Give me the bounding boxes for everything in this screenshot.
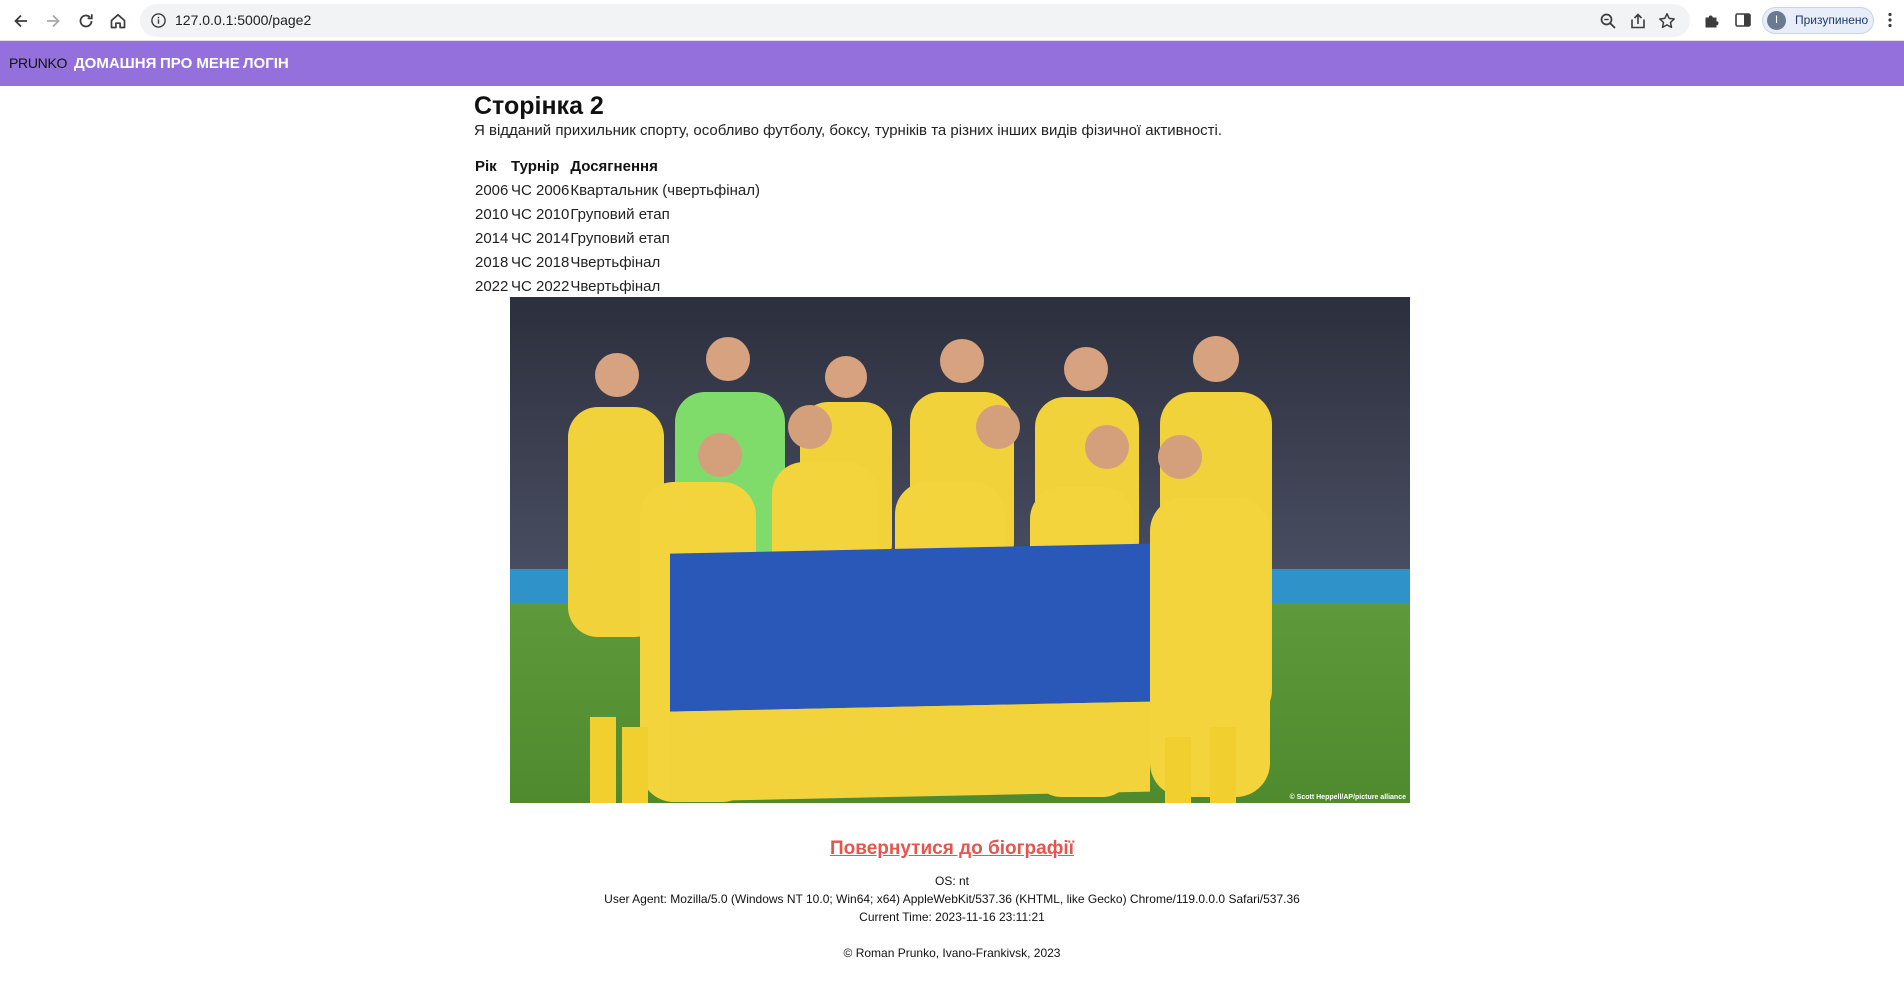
forward-button[interactable] [40, 8, 66, 34]
nav-link-home[interactable]: ДОМАШНЯ [74, 41, 156, 86]
home-button[interactable] [105, 8, 131, 34]
table-row: 2014 ЧС 2014 Груповий етап [474, 226, 760, 250]
cell-achievement: Груповий етап [570, 205, 670, 223]
table-row: 2018 ЧС 2018 Чвертьфінал [474, 250, 760, 274]
zoom-icon[interactable] [1598, 11, 1618, 31]
cell-achievement: Квартальник (чвертьфінал) [570, 181, 760, 199]
bookmark-star-icon[interactable] [1657, 11, 1677, 31]
extensions-puzzle-icon[interactable] [1702, 10, 1722, 30]
arrow-right-icon [47, 14, 60, 28]
cell-year: 2014 [475, 229, 509, 247]
side-panel-icon[interactable] [1733, 10, 1753, 30]
back-button[interactable] [8, 8, 34, 34]
brand-link[interactable]: PRUNKO [9, 41, 67, 86]
cell-year: 2022 [475, 277, 509, 295]
cell-achievement: Чвертьфінал [570, 277, 661, 295]
column-header-tournament: Турнір [511, 157, 560, 175]
cell-achievement: Чвертьфінал [570, 253, 661, 271]
team-photo-illustration [510, 297, 1410, 803]
table-row: 2006 ЧС 2006 Квартальник (чвертьфінал) [474, 178, 760, 202]
team-photo: © Scott Heppell/AP/picture alliance [510, 297, 1410, 803]
site-info-icon[interactable] [150, 12, 167, 29]
share-icon[interactable] [1628, 11, 1648, 31]
url-text[interactable]: 127.0.0.1:5000/page2 [175, 4, 311, 37]
current-time-info: Current Time: 2023-11-16 23:11:21 [859, 910, 1045, 924]
home-icon [110, 13, 126, 29]
reload-button[interactable] [73, 8, 99, 34]
column-header-achievement: Досягнення [570, 157, 658, 175]
browser-toolbar: 127.0.0.1:5000/page2 I Призупинено [0, 0, 1904, 41]
reload-icon [79, 14, 93, 28]
cell-year: 2006 [475, 181, 509, 199]
cell-tournament: ЧС 2006 [511, 181, 570, 199]
table-row: 2010 ЧС 2010 Груповий етап [474, 202, 760, 226]
table-row: 2022 ЧС 2022 Чвертьфінал [474, 274, 760, 298]
profile-status-label: Призупинено [1795, 13, 1869, 27]
achievements-table: Рік Турнір Досягнення 2006 ЧС 2006 Кварт… [474, 154, 760, 298]
cell-year: 2018 [475, 253, 509, 271]
nav-link-about[interactable]: ПРО МЕНЕ [160, 41, 240, 86]
arrow-left-icon [14, 14, 27, 28]
kebab-menu-icon[interactable] [1880, 10, 1900, 30]
cell-tournament: ЧС 2018 [511, 253, 570, 271]
cell-achievement: Груповий етап [570, 229, 670, 247]
profile-button[interactable]: I Призупинено [1762, 7, 1874, 34]
user-agent-info: User Agent: Mozilla/5.0 (Windows NT 10.0… [604, 892, 1300, 906]
cell-tournament: ЧС 2010 [511, 205, 570, 223]
cell-tournament: ЧС 2022 [511, 277, 570, 295]
intro-paragraph: Я відданий прихильник спорту, особливо ф… [474, 122, 1223, 139]
cell-year: 2010 [475, 205, 509, 223]
page-title: Сторінка 2 [474, 92, 604, 120]
cell-tournament: ЧС 2014 [511, 229, 570, 247]
avatar: I [1767, 11, 1786, 30]
os-info: OS: nt [934, 874, 969, 888]
photo-credit: © Scott Heppell/AP/picture alliance [1289, 794, 1406, 801]
site-navbar: PRUNKO ДОМАШНЯ ПРО МЕНЕ ЛОГІН [0, 41, 1904, 86]
nav-link-login[interactable]: ЛОГІН [243, 41, 289, 86]
address-bar[interactable]: 127.0.0.1:5000/page2 [140, 4, 1690, 37]
copyright: © Roman Prunko, Ivano-Frankivsk, 2023 [843, 946, 1061, 960]
column-header-year: Рік [475, 157, 497, 175]
table-header-row: Рік Турнір Досягнення [474, 154, 760, 178]
back-to-biography-link[interactable]: Повернутися до біографії [0, 838, 1904, 860]
